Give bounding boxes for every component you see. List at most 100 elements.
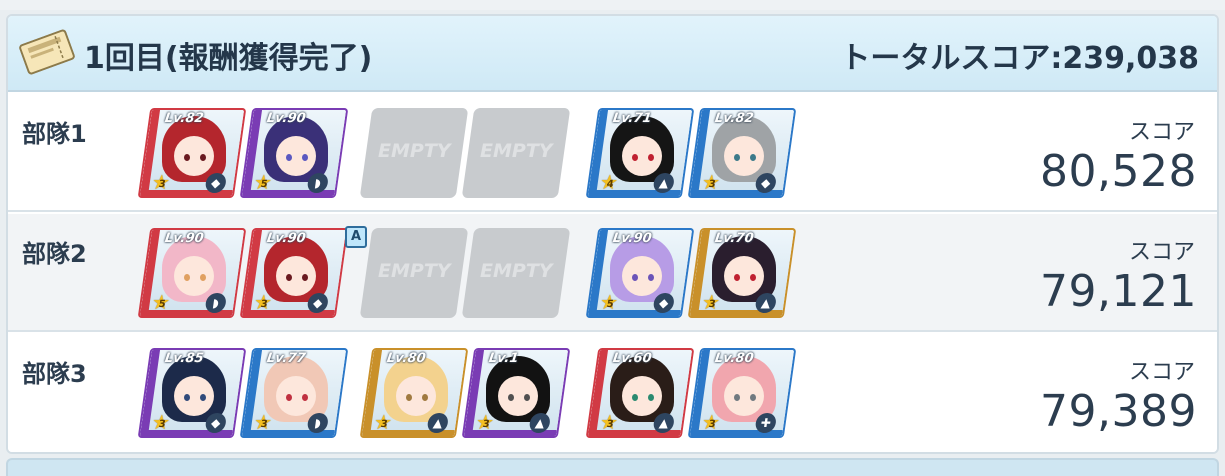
team-label: 部隊3 <box>22 360 87 388</box>
empty-slot: EMPTY <box>359 108 469 198</box>
eye-shape <box>750 154 756 161</box>
round-title: 1回目(報酬獲得完了) <box>84 41 373 76</box>
empty-slot: EMPTY <box>359 228 469 318</box>
eye-shape <box>648 154 654 161</box>
student-card[interactable]: Lv.82 ★ 3 ◆ <box>137 108 247 198</box>
star-count: 3 <box>481 419 491 430</box>
star-count: 4 <box>605 179 615 190</box>
eye-shape <box>286 154 292 161</box>
star-count: 3 <box>259 299 269 310</box>
star-count: 5 <box>605 299 615 310</box>
result-header: 1回目(報酬獲得完了) トータルスコア:239,038 <box>8 16 1217 92</box>
star-count: 5 <box>259 179 269 190</box>
student-card[interactable]: Lv.90 ★ 5 ◆ <box>585 228 695 318</box>
level-label: Lv.90 <box>265 111 307 126</box>
level-label: Lv.71 <box>611 111 653 126</box>
eye-shape <box>648 274 654 281</box>
score-caption: スコア <box>1128 120 1195 145</box>
star-count: 3 <box>707 419 717 430</box>
student-card[interactable]: Lv.60 ★ 3 ▲ <box>585 348 695 438</box>
empty-label: EMPTY <box>480 260 553 282</box>
eye-shape <box>734 394 740 401</box>
level-label: Lv.82 <box>163 111 205 126</box>
battle-result-panel: 1回目(報酬獲得完了) トータルスコア:239,038 部隊1 Lv.82 ★ 3 ◆… <box>6 14 1219 454</box>
eye-shape <box>302 154 308 161</box>
level-label: Lv.85 <box>163 351 205 366</box>
eye-shape <box>750 274 756 281</box>
student-card[interactable]: Lv.90 ★ 3 ◆ <box>239 228 349 318</box>
eye-shape <box>524 394 530 401</box>
eye-shape <box>632 394 638 401</box>
student-card[interactable]: Lv.90 ★ 5 ◗ <box>137 228 247 318</box>
level-label: Lv.90 <box>265 231 307 246</box>
face-shape <box>276 136 316 176</box>
level-label: Lv.90 <box>163 231 205 246</box>
eye-shape <box>632 154 638 161</box>
student-card[interactable]: Lv.85 ★ 3 ◆ <box>137 348 247 438</box>
eye-shape <box>422 394 428 401</box>
eye-shape <box>302 274 308 281</box>
star-count: 3 <box>259 419 269 430</box>
team-row-1[interactable]: 部隊1 Lv.82 ★ 3 ◆ Lv.90 ★ 5 ◗ EMPTY EMPTY Lv.71 ★ 4 ▲ Lv… <box>8 94 1217 212</box>
star-count: 3 <box>157 179 167 190</box>
eye-shape <box>184 154 190 161</box>
eye-shape <box>286 274 292 281</box>
eye-shape <box>734 274 740 281</box>
level-label: Lv.80 <box>385 351 427 366</box>
face-shape <box>622 136 662 176</box>
empty-label: EMPTY <box>378 260 451 282</box>
eye-shape <box>286 394 292 401</box>
student-card[interactable]: Lv.82 ★ 3 ◆ <box>687 108 797 198</box>
face-shape <box>724 256 764 296</box>
level-label: Lv.70 <box>713 231 755 246</box>
team-row-2[interactable]: 部隊2 Lv.90 ★ 5 ◗ Lv.90 ★ 3 ◆ EMPTY EMPTY Lv.90 ★ 5 ◆ Lv… <box>8 214 1217 332</box>
level-label: Lv.1 <box>487 351 520 366</box>
face-shape <box>498 376 538 416</box>
team-label: 部隊2 <box>22 240 87 268</box>
student-card[interactable]: Lv.71 ★ 4 ▲ <box>585 108 695 198</box>
team-score: 79,121 <box>1040 266 1197 317</box>
team-row-3[interactable]: 部隊3 Lv.85 ★ 3 ◆ Lv.77 ★ 3 ◗ Lv.80 ★ 3 ▲ Lv.1 ★ 3 ▲ Lv.60… <box>8 334 1217 452</box>
team-label: 部隊1 <box>22 120 87 148</box>
student-card[interactable]: Lv.80 ★ 3 ✚ <box>687 348 797 438</box>
eye-shape <box>200 394 206 401</box>
face-shape <box>724 376 764 416</box>
eye-shape <box>406 394 412 401</box>
empty-slot: EMPTY <box>461 228 571 318</box>
eye-shape <box>508 394 514 401</box>
ticket-icon <box>19 29 75 75</box>
student-card[interactable]: Lv.70 ★ 3 ▲ <box>687 228 797 318</box>
next-round-header[interactable] <box>6 458 1219 476</box>
face-shape <box>276 376 316 416</box>
score-caption: スコア <box>1128 360 1195 385</box>
eye-shape <box>302 394 308 401</box>
eye-shape <box>632 274 638 281</box>
face-shape <box>396 376 436 416</box>
face-shape <box>174 256 214 296</box>
face-shape <box>622 376 662 416</box>
empty-label: EMPTY <box>480 140 553 162</box>
eye-shape <box>750 394 756 401</box>
star-count: 3 <box>707 179 717 190</box>
student-card[interactable]: Lv.80 ★ 3 ▲ <box>359 348 469 438</box>
eye-shape <box>184 394 190 401</box>
face-shape <box>174 376 214 416</box>
student-card[interactable]: Lv.90 ★ 5 ◗ <box>239 108 349 198</box>
eye-shape <box>734 154 740 161</box>
star-count: 5 <box>157 299 167 310</box>
star-count: 3 <box>605 419 615 430</box>
face-shape <box>622 256 662 296</box>
star-count: 3 <box>157 419 167 430</box>
level-label: Lv.82 <box>713 111 755 126</box>
top-strip <box>0 0 1225 10</box>
eye-shape <box>184 274 190 281</box>
face-shape <box>276 256 316 296</box>
level-label: Lv.80 <box>713 351 755 366</box>
level-label: Lv.90 <box>611 231 653 246</box>
student-card[interactable]: Lv.77 ★ 3 ◗ <box>239 348 349 438</box>
eye-shape <box>200 154 206 161</box>
assist-badge: A <box>345 226 367 248</box>
empty-slot: EMPTY <box>461 108 571 198</box>
star-count: 3 <box>379 419 389 430</box>
student-card[interactable]: Lv.1 ★ 3 ▲ <box>461 348 571 438</box>
